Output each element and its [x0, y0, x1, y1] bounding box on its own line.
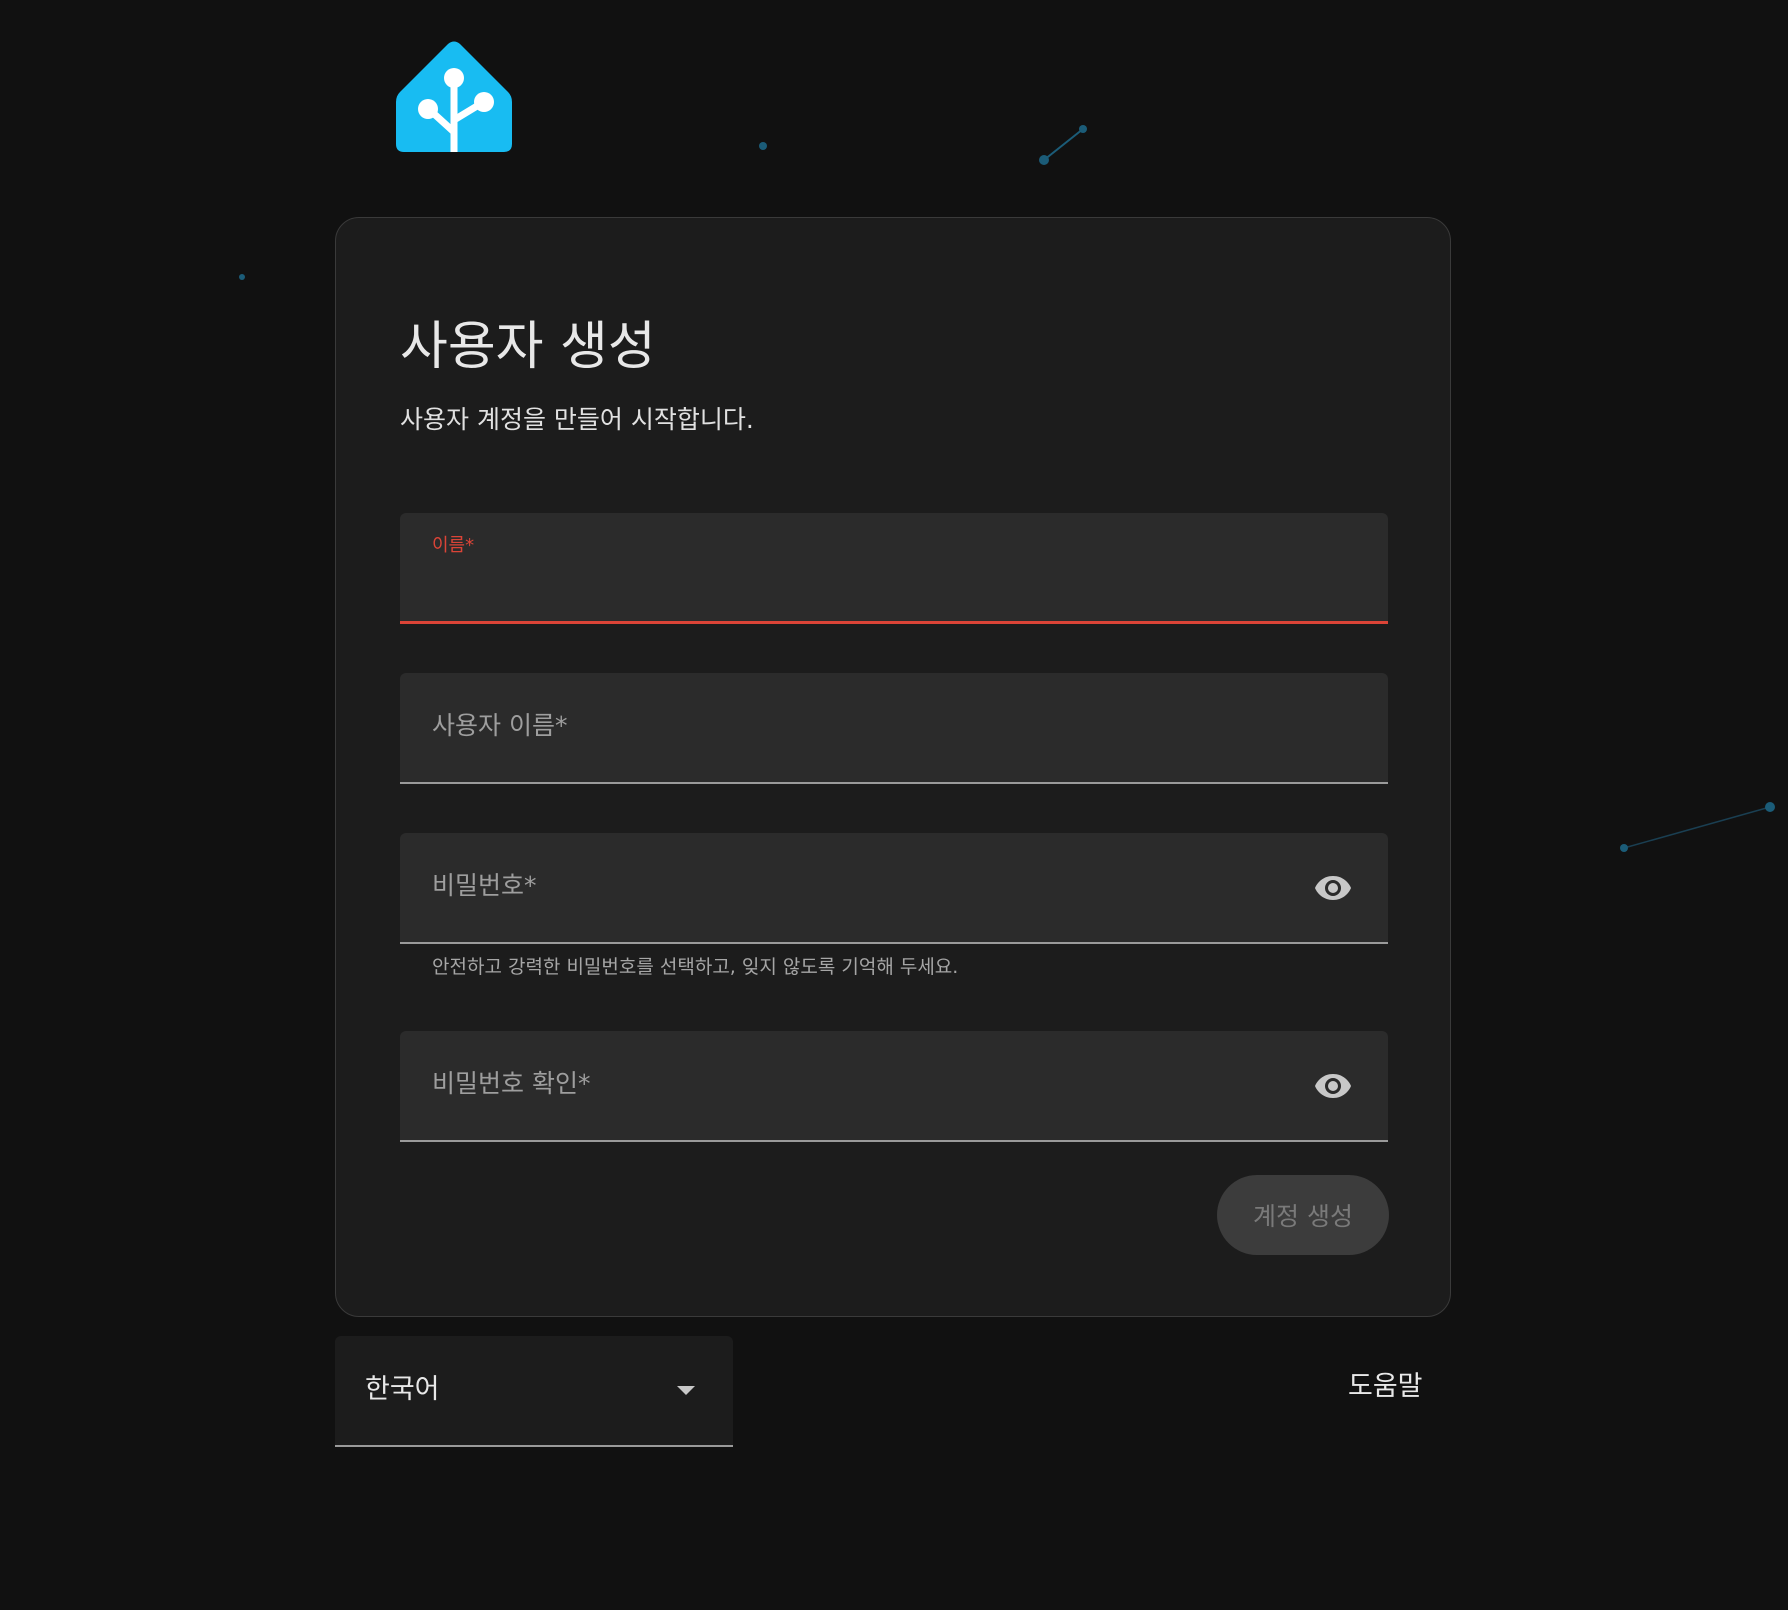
- username-input[interactable]: [432, 725, 1298, 767]
- name-field-label: 이름*: [432, 535, 475, 556]
- language-value: 한국어: [365, 1374, 440, 1405]
- page: 사용자 생성 사용자 계정을 만들어 시작합니다. 이름* 사용자 이름* 비밀…: [0, 0, 1788, 1610]
- page-title: 사용자 생성: [400, 317, 656, 377]
- username-field[interactable]: 사용자 이름*: [400, 673, 1388, 784]
- password-helper-text: 안전하고 강력한 비밀번호를 선택하고, 잊지 않도록 기억해 두세요.: [432, 956, 959, 978]
- confirm-password-field[interactable]: 비밀번호 확인*: [400, 1031, 1388, 1142]
- home-assistant-logo-icon: [396, 41, 512, 152]
- help-link[interactable]: 도움말: [1348, 1373, 1423, 1400]
- page-subtitle: 사용자 계정을 만들어 시작합니다.: [400, 405, 754, 434]
- eye-icon[interactable]: [1314, 1070, 1352, 1102]
- confirm-password-input[interactable]: [432, 1083, 1298, 1125]
- name-field[interactable]: 이름*: [400, 513, 1388, 624]
- password-input[interactable]: [432, 885, 1298, 927]
- name-input[interactable]: [432, 565, 1298, 607]
- create-user-card: 사용자 생성 사용자 계정을 만들어 시작합니다. 이름* 사용자 이름* 비밀…: [335, 217, 1451, 1317]
- language-select[interactable]: 한국어: [335, 1336, 733, 1447]
- chevron-down-icon: [677, 1386, 695, 1395]
- password-field[interactable]: 비밀번호*: [400, 833, 1388, 944]
- eye-icon[interactable]: [1314, 872, 1352, 904]
- create-account-button[interactable]: 계정 생성: [1217, 1175, 1389, 1255]
